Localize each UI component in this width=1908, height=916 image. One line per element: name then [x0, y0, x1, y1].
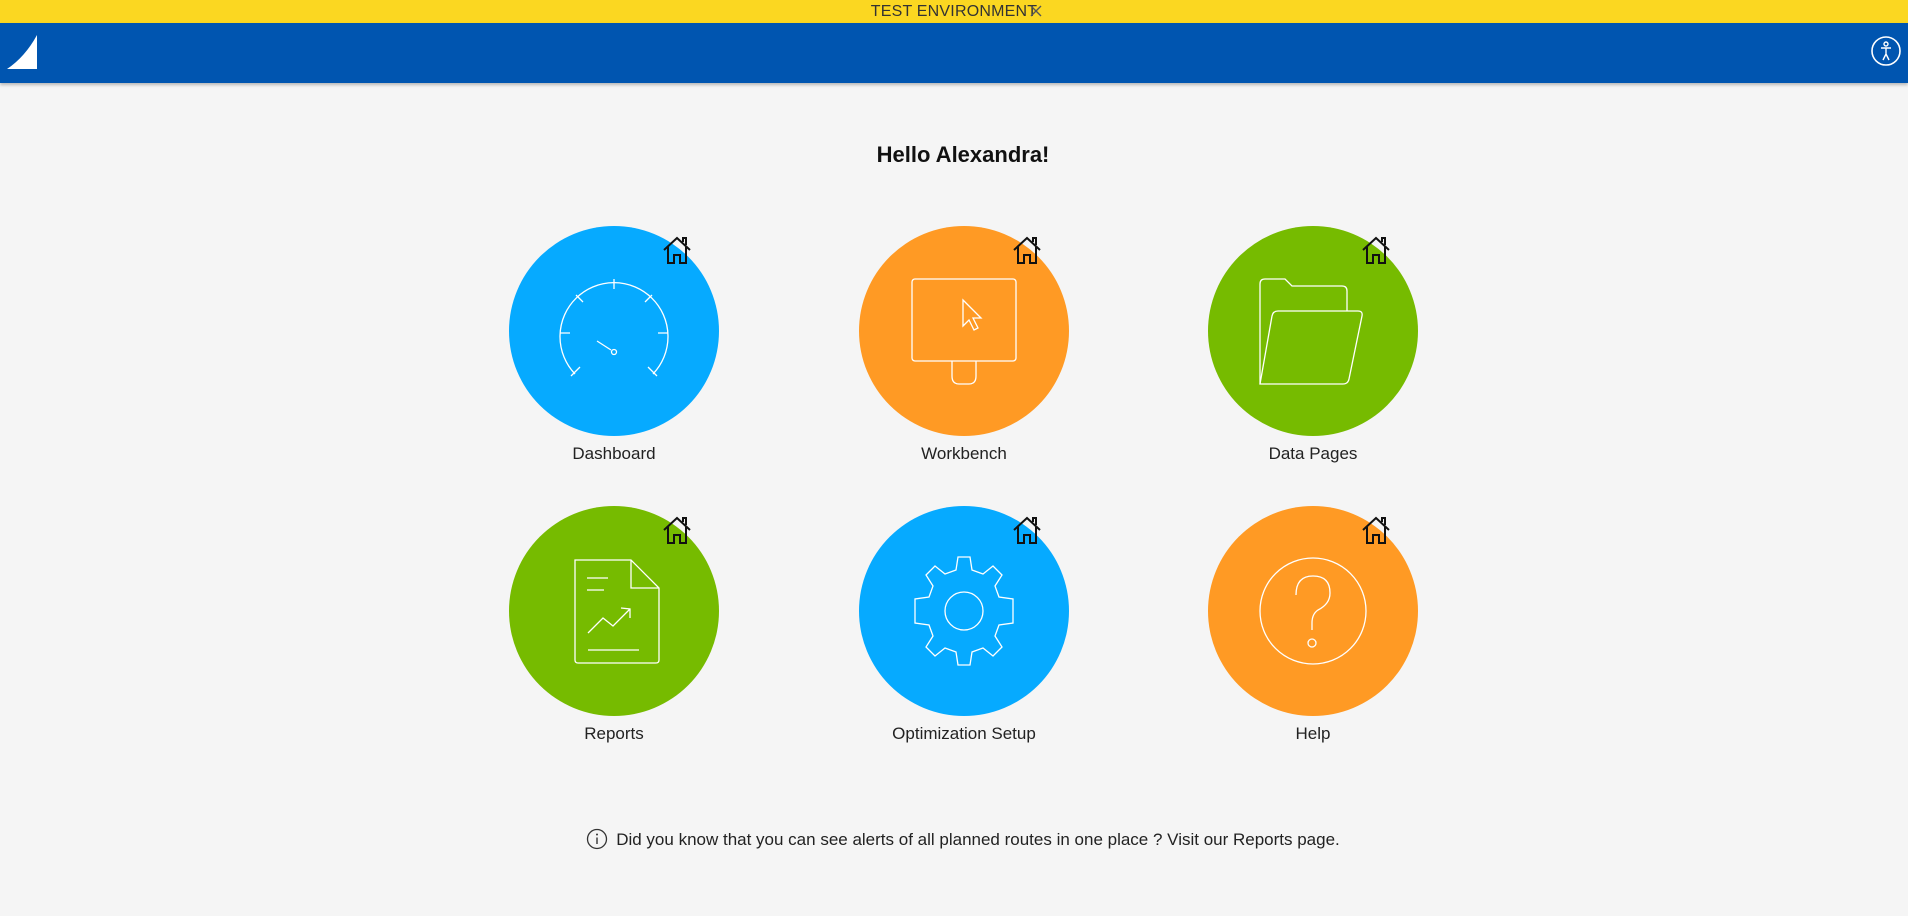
accessibility-icon[interactable]: [1870, 35, 1902, 67]
close-icon[interactable]: [1028, 3, 1044, 19]
home-pin-icon[interactable]: [661, 234, 693, 266]
info-icon: [587, 828, 608, 850]
tile-label: Workbench: [921, 444, 1007, 463]
tile-label: Help: [1295, 724, 1331, 743]
home-pin-icon[interactable]: [1011, 234, 1043, 266]
tile-reports[interactable]: Reports: [509, 506, 719, 746]
tip-message: Did you know that you can see alerts of …: [0, 828, 1908, 850]
tile-label: Dashboard: [572, 444, 656, 463]
tile-workbench[interactable]: Workbench: [859, 226, 1069, 466]
tile-label: Optimization Setup: [892, 724, 1036, 743]
greeting-title: Hello Alexandra!: [876, 142, 1050, 167]
sail-logo-icon[interactable]: [5, 33, 39, 71]
banner-text: TEST ENVIRONMENT: [870, 2, 1038, 20]
tile-data-pages[interactable]: Data Pages: [1208, 226, 1418, 466]
home-pin-icon[interactable]: [1360, 514, 1392, 546]
tile-dashboard[interactable]: Dashboard: [509, 226, 719, 466]
home-pin-icon[interactable]: [1011, 514, 1043, 546]
tile-optimization-setup[interactable]: Optimization Setup: [859, 506, 1069, 746]
home-pin-icon[interactable]: [1360, 234, 1392, 266]
home-pin-icon[interactable]: [661, 514, 693, 546]
top-navigation-bar: [0, 23, 1908, 83]
tile-help[interactable]: Help: [1208, 506, 1418, 746]
tile-label: Data Pages: [1268, 444, 1358, 463]
test-environment-banner: TEST ENVIRONMENT: [0, 0, 1908, 23]
tile-label: Reports: [584, 724, 644, 743]
tip-text: Did you know that you can see alerts of …: [616, 830, 1340, 849]
